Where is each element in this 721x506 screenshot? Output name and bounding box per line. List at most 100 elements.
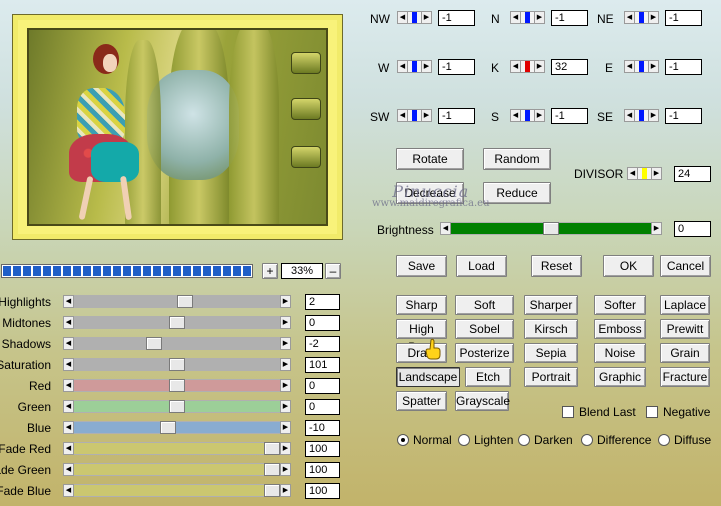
right-arrow-icon[interactable]: ▶ — [280, 400, 291, 413]
left-arrow-icon[interactable]: ◀ — [63, 295, 74, 308]
adjust-slider-thumb[interactable] — [169, 358, 185, 371]
filter-button-landscape[interactable]: Landscape — [396, 367, 460, 387]
filter-button-soft[interactable]: Soft — [455, 295, 514, 315]
left-arrow-icon[interactable]: ◀ — [397, 60, 408, 73]
matrix-slider[interactable] — [635, 11, 648, 24]
brightness-field[interactable]: 0 — [674, 221, 711, 237]
adjust-value-field[interactable]: 0 — [305, 399, 340, 415]
right-arrow-icon[interactable]: ▶ — [280, 421, 291, 434]
filter-button-emboss[interactable]: Emboss — [594, 319, 646, 339]
matrix-slider-thumb[interactable] — [412, 12, 417, 23]
right-arrow-icon[interactable]: ▶ — [421, 60, 432, 73]
brightness-thumb[interactable] — [543, 222, 559, 235]
right-arrow-icon[interactable]: ▶ — [280, 484, 291, 497]
filter-button-high-pass[interactable]: High Pass — [396, 319, 447, 354]
left-arrow-icon[interactable]: ◀ — [63, 358, 74, 371]
filter-button-graphic[interactable]: Graphic — [594, 367, 646, 387]
divisor-slider[interactable] — [638, 167, 651, 180]
matrix-field-w[interactable]: -1 — [438, 59, 475, 75]
matrix-slider[interactable] — [635, 60, 648, 73]
left-arrow-icon[interactable]: ◀ — [63, 316, 74, 329]
matrix-field-se[interactable]: -1 — [665, 108, 702, 124]
right-arrow-icon[interactable]: ▶ — [648, 109, 659, 122]
blend-radio-darken[interactable] — [518, 434, 530, 446]
right-arrow-icon[interactable]: ▶ — [534, 109, 545, 122]
left-arrow-icon[interactable]: ◀ — [624, 60, 635, 73]
right-arrow-icon[interactable]: ▶ — [280, 358, 291, 371]
blend-radio-diffuse[interactable] — [658, 434, 670, 446]
matrix-field-ne[interactable]: -1 — [665, 10, 702, 26]
adjust-slider-thumb[interactable] — [169, 316, 185, 329]
adjust-slider-thumb[interactable] — [177, 295, 193, 308]
adjust-slider-thumb[interactable] — [264, 463, 280, 476]
right-arrow-icon[interactable]: ▶ — [651, 167, 662, 180]
matrix-field-sw[interactable]: -1 — [438, 108, 475, 124]
left-arrow-icon[interactable]: ◀ — [63, 463, 74, 476]
matrix-slider[interactable] — [408, 11, 421, 24]
right-arrow-icon[interactable]: ▶ — [534, 11, 545, 24]
right-arrow-icon[interactable]: ▶ — [648, 60, 659, 73]
left-arrow-icon[interactable]: ◀ — [624, 11, 635, 24]
adjust-value-field[interactable]: 0 — [305, 315, 340, 331]
save-button[interactable]: Save — [396, 255, 447, 277]
adjust-slider-track[interactable] — [74, 337, 280, 350]
negative-checkbox[interactable] — [646, 406, 658, 418]
blend-last-checkbox[interactable] — [562, 406, 574, 418]
filter-button-noise[interactable]: Noise — [594, 343, 646, 363]
matrix-slider-thumb[interactable] — [525, 110, 530, 121]
reduce-button[interactable]: Reduce — [483, 182, 551, 204]
matrix-field-e[interactable]: -1 — [665, 59, 702, 75]
adjust-slider-track[interactable] — [74, 379, 280, 392]
filter-button-grain[interactable]: Grain — [660, 343, 710, 363]
matrix-slider[interactable] — [635, 109, 648, 122]
right-arrow-icon[interactable]: ▶ — [280, 295, 291, 308]
filter-button-kirsch[interactable]: Kirsch — [524, 319, 578, 339]
filter-button-softer[interactable]: Softer — [594, 295, 646, 315]
random-button[interactable]: Random — [483, 148, 551, 170]
filter-button-etch[interactable]: Etch — [465, 367, 511, 387]
filter-button-grayscale[interactable]: Grayscale — [455, 391, 510, 411]
matrix-slider[interactable] — [521, 109, 534, 122]
adjust-slider-thumb[interactable] — [169, 379, 185, 392]
right-arrow-icon[interactable]: ▶ — [280, 442, 291, 455]
matrix-slider-thumb[interactable] — [639, 12, 644, 23]
left-arrow-icon[interactable]: ◀ — [510, 11, 521, 24]
right-arrow-icon[interactable]: ▶ — [648, 11, 659, 24]
right-arrow-icon[interactable]: ▶ — [421, 109, 432, 122]
adjust-slider-track[interactable] — [74, 463, 280, 476]
zoom-in-button[interactable]: + — [262, 263, 278, 279]
right-arrow-icon[interactable]: ▶ — [651, 222, 662, 235]
filter-button-spatter[interactable]: Spatter — [396, 391, 447, 411]
filter-button-posterize[interactable]: Posterize — [455, 343, 514, 363]
right-arrow-icon[interactable]: ▶ — [280, 337, 291, 350]
adjust-value-field[interactable]: 0 — [305, 378, 340, 394]
blend-radio-normal[interactable] — [397, 434, 409, 446]
adjust-slider-thumb[interactable] — [264, 442, 280, 455]
adjust-slider-track[interactable] — [74, 316, 280, 329]
matrix-slider[interactable] — [408, 60, 421, 73]
adjust-slider-track[interactable] — [74, 358, 280, 371]
filter-button-sepia[interactable]: Sepia — [524, 343, 578, 363]
adjust-value-field[interactable]: 100 — [305, 483, 340, 499]
left-arrow-icon[interactable]: ◀ — [63, 442, 74, 455]
left-arrow-icon[interactable]: ◀ — [440, 222, 451, 235]
zoom-out-button[interactable]: – — [325, 263, 341, 279]
adjust-slider-track[interactable] — [74, 442, 280, 455]
left-arrow-icon[interactable]: ◀ — [624, 109, 635, 122]
filter-button-sobel[interactable]: Sobel — [455, 319, 514, 339]
adjust-slider-track[interactable] — [74, 400, 280, 413]
right-arrow-icon[interactable]: ▶ — [280, 463, 291, 476]
blend-radio-difference[interactable] — [581, 434, 593, 446]
left-arrow-icon[interactable]: ◀ — [63, 337, 74, 350]
matrix-slider-thumb[interactable] — [412, 61, 417, 72]
adjust-value-field[interactable]: -2 — [305, 336, 340, 352]
adjust-value-field[interactable]: 2 — [305, 294, 340, 310]
matrix-slider[interactable] — [408, 109, 421, 122]
matrix-field-nw[interactable]: -1 — [438, 10, 475, 26]
matrix-field-n[interactable]: -1 — [551, 10, 588, 26]
left-arrow-icon[interactable]: ◀ — [510, 109, 521, 122]
cancel-button[interactable]: Cancel — [660, 255, 711, 277]
adjust-slider-thumb[interactable] — [146, 337, 162, 350]
reset-button[interactable]: Reset — [531, 255, 582, 277]
right-arrow-icon[interactable]: ▶ — [421, 11, 432, 24]
